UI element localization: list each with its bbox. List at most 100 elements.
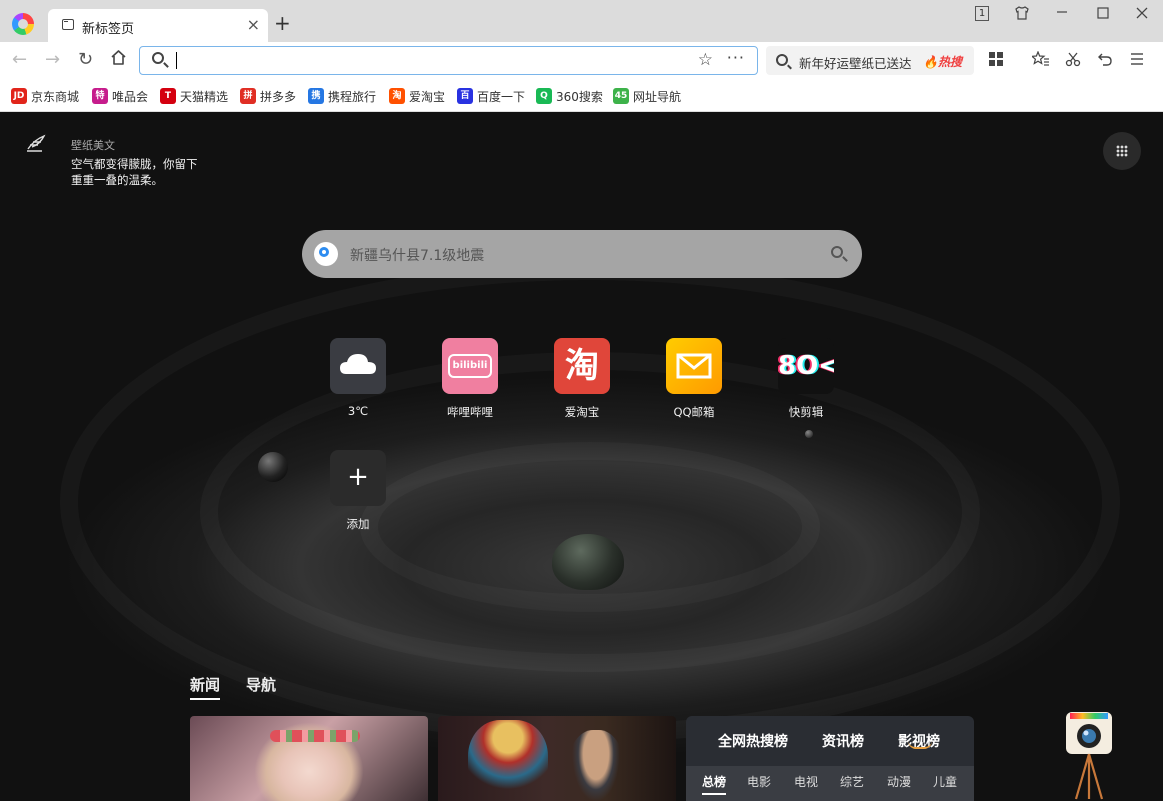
apps-menu-button[interactable] <box>1103 132 1141 170</box>
more-icon[interactable]: ··· <box>727 48 745 67</box>
tile-label: 哔哩哔哩 <box>447 405 493 419</box>
page-icon <box>62 19 74 30</box>
undo-icon[interactable] <box>1097 51 1113 72</box>
so360-icon: Q <box>536 88 552 104</box>
wallpaper-text-line: 空气都变得朦胧，你留下 <box>71 157 198 171</box>
navigation-toolbar: ← → ↻ ☆ ··· 新年好运壁纸已送达 🔥热搜 <box>0 42 1163 80</box>
rank-subtab-tv[interactable]: 电视 <box>794 773 818 790</box>
bookmark-label: 唯品会 <box>112 89 149 104</box>
hot-search-text: 新年好运壁纸已送达 <box>799 56 912 71</box>
tab-new-tab[interactable]: 新标签页 × <box>48 9 268 42</box>
browser-logo-icon[interactable] <box>12 13 34 35</box>
menu-icon[interactable] <box>1130 51 1144 72</box>
tab-strip: 新标签页 × + 1 <box>0 0 1163 42</box>
back-button[interactable]: ← <box>12 50 27 70</box>
home-button[interactable] <box>110 49 127 71</box>
rank-subtab-kids[interactable]: 儿童 <box>933 773 957 790</box>
rank-subtab-anime[interactable]: 动漫 <box>887 773 911 790</box>
tile-add[interactable]: + <box>330 450 386 506</box>
search-icon <box>776 54 788 66</box>
bookmark-item[interactable]: 45 网址导航 <box>613 87 681 105</box>
jd-icon: JD <box>11 88 27 104</box>
tile-kuaijianji[interactable]: 8O< <box>778 338 834 394</box>
flower-crown-icon <box>270 730 360 742</box>
tab-news[interactable]: 新闻 <box>190 674 221 700</box>
search-engine-logo-icon[interactable] <box>314 242 338 266</box>
rank-subtab-all[interactable]: 总榜 <box>702 773 727 795</box>
bookmarks-bar: JD 京东商城特唯品会 T 天猫精选拼拼多多携携程旅行淘爱淘宝百百度一下 Q 360搜索 4… <box>0 80 1163 112</box>
search-icon <box>152 52 164 64</box>
bookmark-item[interactable]: 百百度一下 <box>457 87 525 105</box>
tab-count-button[interactable]: 1 <box>975 6 989 21</box>
news-card[interactable] <box>438 716 676 801</box>
ranking-subtabs <box>686 766 974 801</box>
bookmark-item[interactable]: 特唯品会 <box>92 87 148 105</box>
bookmark-item[interactable]: 携携程旅行 <box>308 87 376 105</box>
close-window-icon[interactable] <box>1135 6 1149 24</box>
tile-bilibili[interactable]: bilibili <box>442 338 498 394</box>
tmall-icon: T <box>160 88 176 104</box>
reload-button[interactable]: ↻ <box>78 50 93 70</box>
tile-label: 快剪辑 <box>788 405 824 419</box>
bilibili-icon: bilibili <box>448 354 492 378</box>
news-card[interactable] <box>190 716 428 801</box>
bookmark-item[interactable]: 拼拼多多 <box>240 87 296 105</box>
taobao-icon: 淘 <box>389 88 405 104</box>
baidu-icon: 百 <box>457 88 473 104</box>
bookmark-star-icon[interactable]: ☆ <box>698 50 713 70</box>
tab-navigation[interactable]: 导航 <box>246 674 276 695</box>
rank-tab-hot[interactable]: 全网热搜榜 <box>718 731 788 751</box>
screenshot-scissors-icon[interactable] <box>1065 51 1081 72</box>
text-caret <box>176 52 177 69</box>
plus-icon: + <box>347 462 369 492</box>
bookmark-item[interactable]: JD 京东商城 <box>11 87 79 105</box>
bookmark-item[interactable]: 淘爱淘宝 <box>389 87 445 105</box>
apps-grid-icon[interactable] <box>988 51 1004 72</box>
address-bar[interactable]: ☆ ··· <box>139 46 758 75</box>
news-image <box>468 720 548 801</box>
rank-subtab-variety[interactable]: 综艺 <box>840 773 864 790</box>
wallpaper-orb <box>552 534 624 590</box>
news-image <box>568 730 624 801</box>
tile-taobao[interactable]: 淘 <box>554 338 610 394</box>
ctrip-icon: 携 <box>308 88 324 104</box>
camera-icon[interactable] <box>1064 710 1114 801</box>
search-placeholder: 新疆乌什县7.1级地震 <box>350 248 485 264</box>
new-tab-page: 壁纸美文 空气都变得朦胧，你留下 重重一叠的温柔。 新疆乌什县7.1级地震 3℃… <box>0 112 1163 801</box>
wallpaper-orb <box>258 452 288 482</box>
tab-title: 新标签页 <box>82 22 135 37</box>
quill-icon[interactable] <box>24 134 50 154</box>
bookmark-label: 天猫精选 <box>180 89 229 104</box>
rank-tab-news[interactable]: 资讯榜 <box>822 731 864 751</box>
bookmark-label: 爱淘宝 <box>409 89 446 104</box>
kuaijianji-icon: 8O< <box>778 351 834 381</box>
minimize-icon[interactable] <box>1055 2 1069 22</box>
nav2345-icon: 45 <box>613 88 629 104</box>
bookmark-label: 京东商城 <box>31 89 80 104</box>
tile-qqmail[interactable] <box>666 338 722 394</box>
envelope-icon <box>676 353 712 379</box>
search-box[interactable]: 新疆乌什县7.1级地震 <box>302 230 862 278</box>
vip-icon: 特 <box>92 88 108 104</box>
tile-label: 爱淘宝 <box>564 405 600 419</box>
wallpaper-text: 空气都变得朦胧，你留下 重重一叠的温柔。 <box>71 156 221 188</box>
new-tab-button[interactable]: + <box>274 13 291 33</box>
bookmark-label: 拼多多 <box>260 89 297 104</box>
maximize-icon[interactable] <box>1096 6 1110 24</box>
close-tab-icon[interactable]: × <box>247 16 260 34</box>
bookmark-item[interactable]: Q 360搜索 <box>536 87 603 105</box>
hot-search-box[interactable]: 新年好运壁纸已送达 🔥热搜 <box>766 46 974 75</box>
tile-label: 添加 <box>346 517 370 531</box>
pdd-icon: 拼 <box>240 88 256 104</box>
bookmark-item[interactable]: T 天猫精选 <box>160 87 228 105</box>
tile-label: QQ邮箱 <box>673 405 715 419</box>
rank-subtab-movie[interactable]: 电影 <box>747 773 771 790</box>
favorites-icon[interactable] <box>1030 50 1050 72</box>
taobao-icon: 淘 <box>565 346 599 386</box>
search-icon[interactable] <box>831 246 843 258</box>
skin-icon[interactable] <box>1014 5 1030 25</box>
ranking-panel: 全网热搜榜 资讯榜 影视榜 总榜 电影 电视 综艺 动漫 儿童 <box>686 716 974 801</box>
dots-grid-icon <box>1116 145 1128 157</box>
tile-weather[interactable] <box>330 338 386 394</box>
forward-button[interactable]: → <box>45 50 60 70</box>
